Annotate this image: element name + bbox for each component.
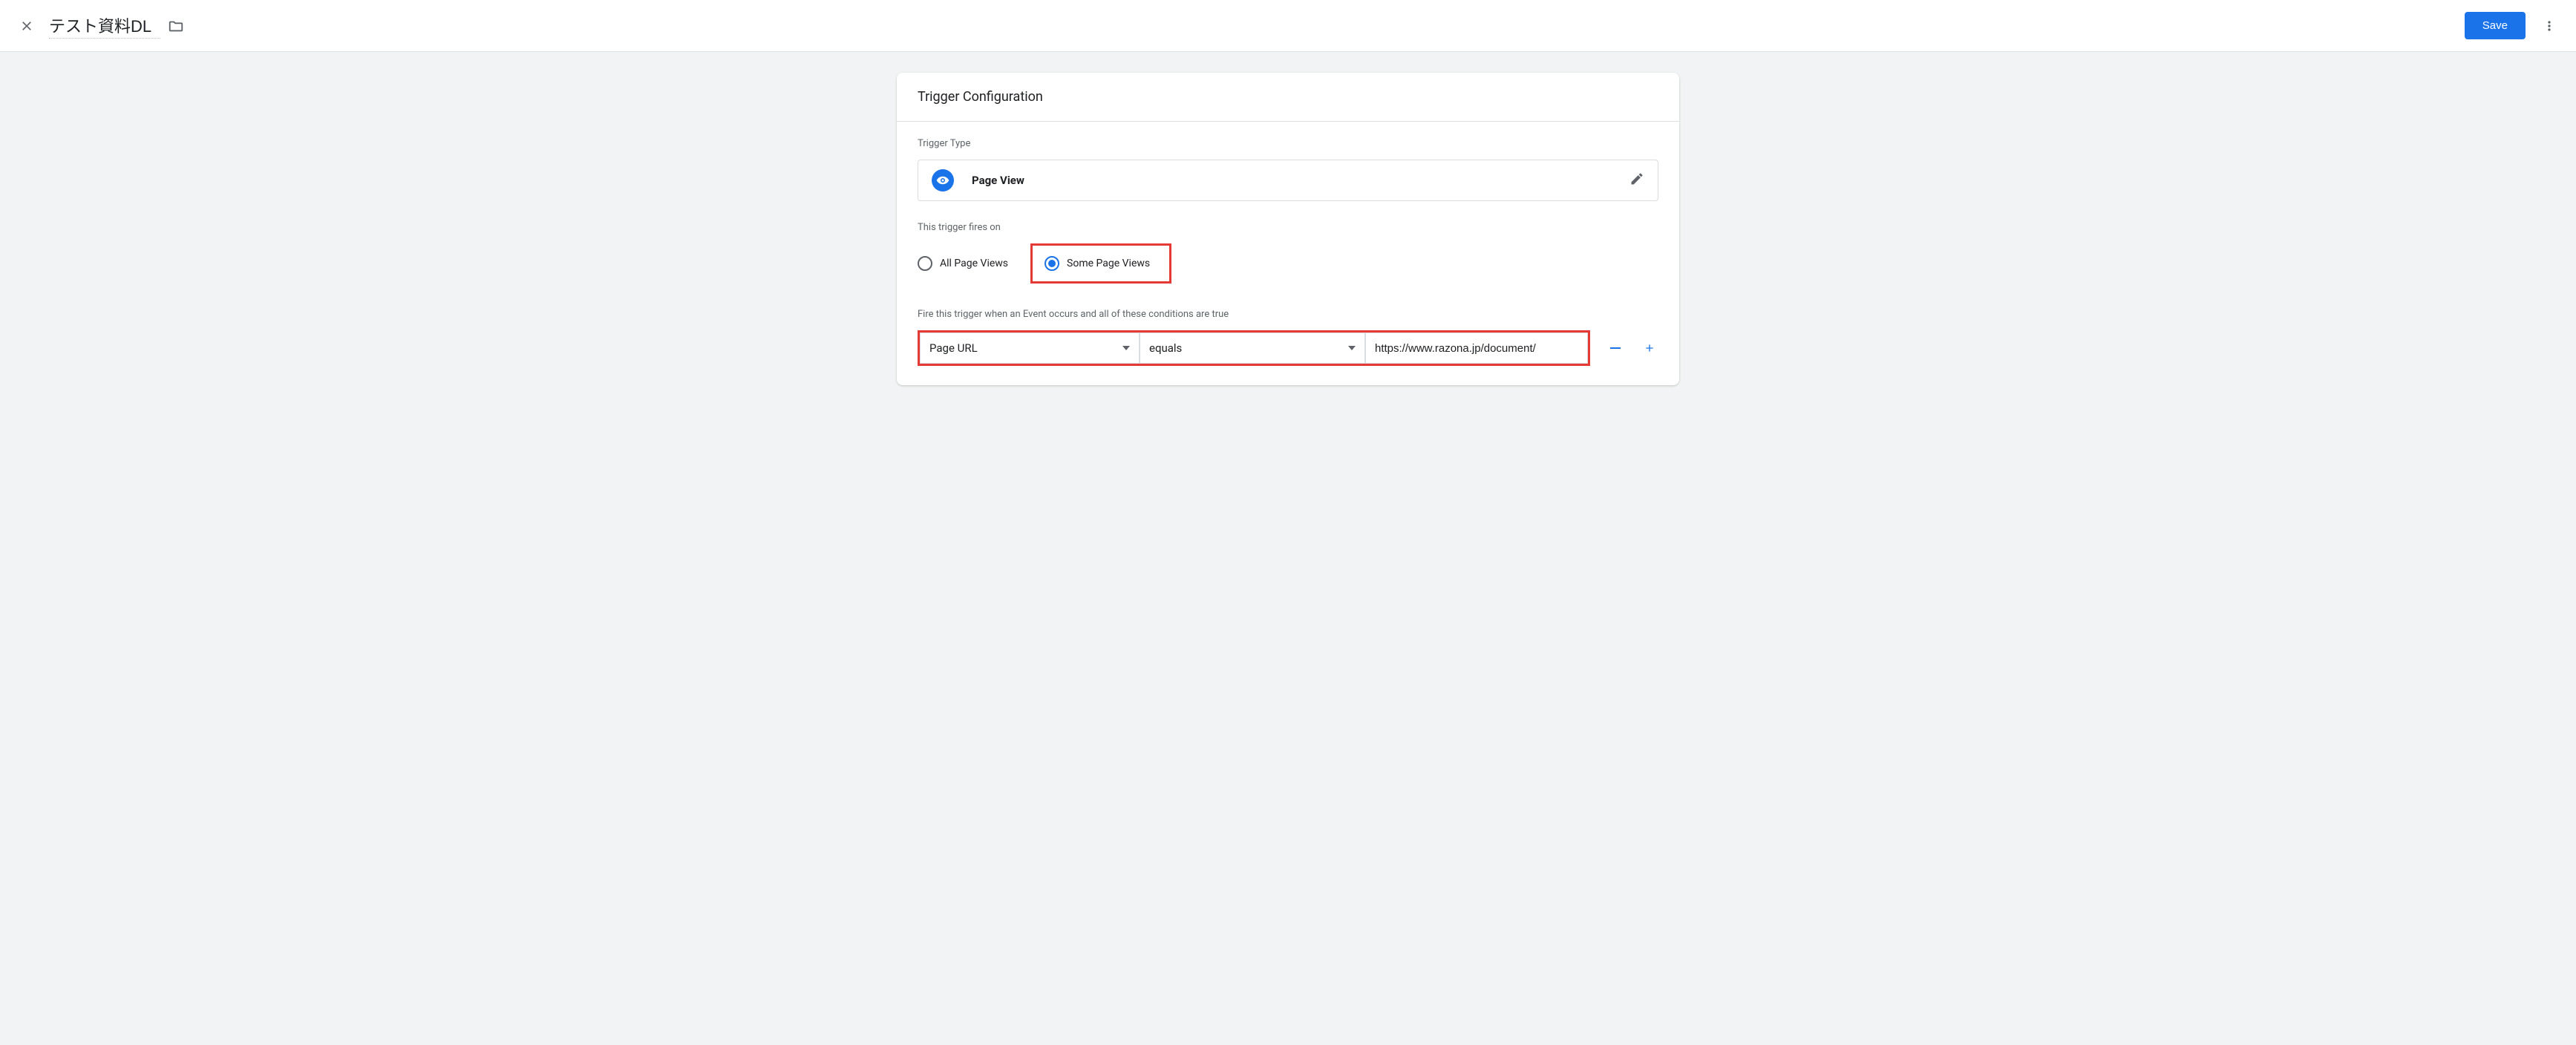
radio-label: All Page Views [940, 258, 1008, 269]
condition-row: Page URL equals [918, 330, 1658, 366]
pencil-icon[interactable] [1629, 171, 1644, 189]
highlight-annotation: Page URL equals [918, 330, 1590, 366]
folder-icon[interactable] [168, 18, 184, 34]
header-bar: Save [0, 0, 2576, 52]
chevron-down-icon [1348, 346, 1356, 350]
trigger-name-input[interactable] [49, 13, 160, 39]
fires-on-radio-group: All Page Views Some Page Views [918, 243, 1658, 284]
radio-label: Some Page Views [1067, 258, 1150, 269]
highlight-annotation: Some Page Views [1030, 243, 1171, 284]
main-area: Trigger Configuration Trigger Type Page … [0, 52, 2576, 406]
chevron-down-icon [1122, 346, 1130, 350]
remove-condition-button[interactable] [1605, 338, 1626, 358]
close-button[interactable] [9, 8, 45, 44]
condition-operator-select[interactable]: equals [1140, 332, 1365, 364]
select-value: equals [1149, 341, 1182, 355]
save-button[interactable]: Save [2465, 12, 2526, 39]
trigger-type-selector[interactable]: Page View [918, 160, 1658, 201]
more-vert-icon [2542, 19, 2557, 33]
trigger-type-label: Trigger Type [918, 138, 1658, 149]
select-value: Page URL [929, 341, 978, 355]
conditions-label: Fire this trigger when an Event occurs a… [918, 309, 1658, 320]
overflow-menu-button[interactable] [2531, 8, 2567, 44]
fires-on-label: This trigger fires on [918, 222, 1658, 233]
trigger-config-card: Trigger Configuration Trigger Type Page … [897, 73, 1679, 385]
pageview-icon [932, 169, 954, 191]
add-condition-button[interactable] [1639, 338, 1660, 358]
trigger-type-name: Page View [972, 174, 1024, 187]
card-title: Trigger Configuration [897, 73, 1679, 122]
plus-icon [1644, 342, 1655, 354]
radio-some-page-views[interactable]: Some Page Views [1045, 252, 1157, 275]
condition-value-input[interactable] [1365, 332, 1588, 364]
radio-all-page-views[interactable]: All Page Views [918, 252, 1016, 275]
condition-variable-select[interactable]: Page URL [920, 332, 1140, 364]
close-icon [19, 19, 34, 33]
